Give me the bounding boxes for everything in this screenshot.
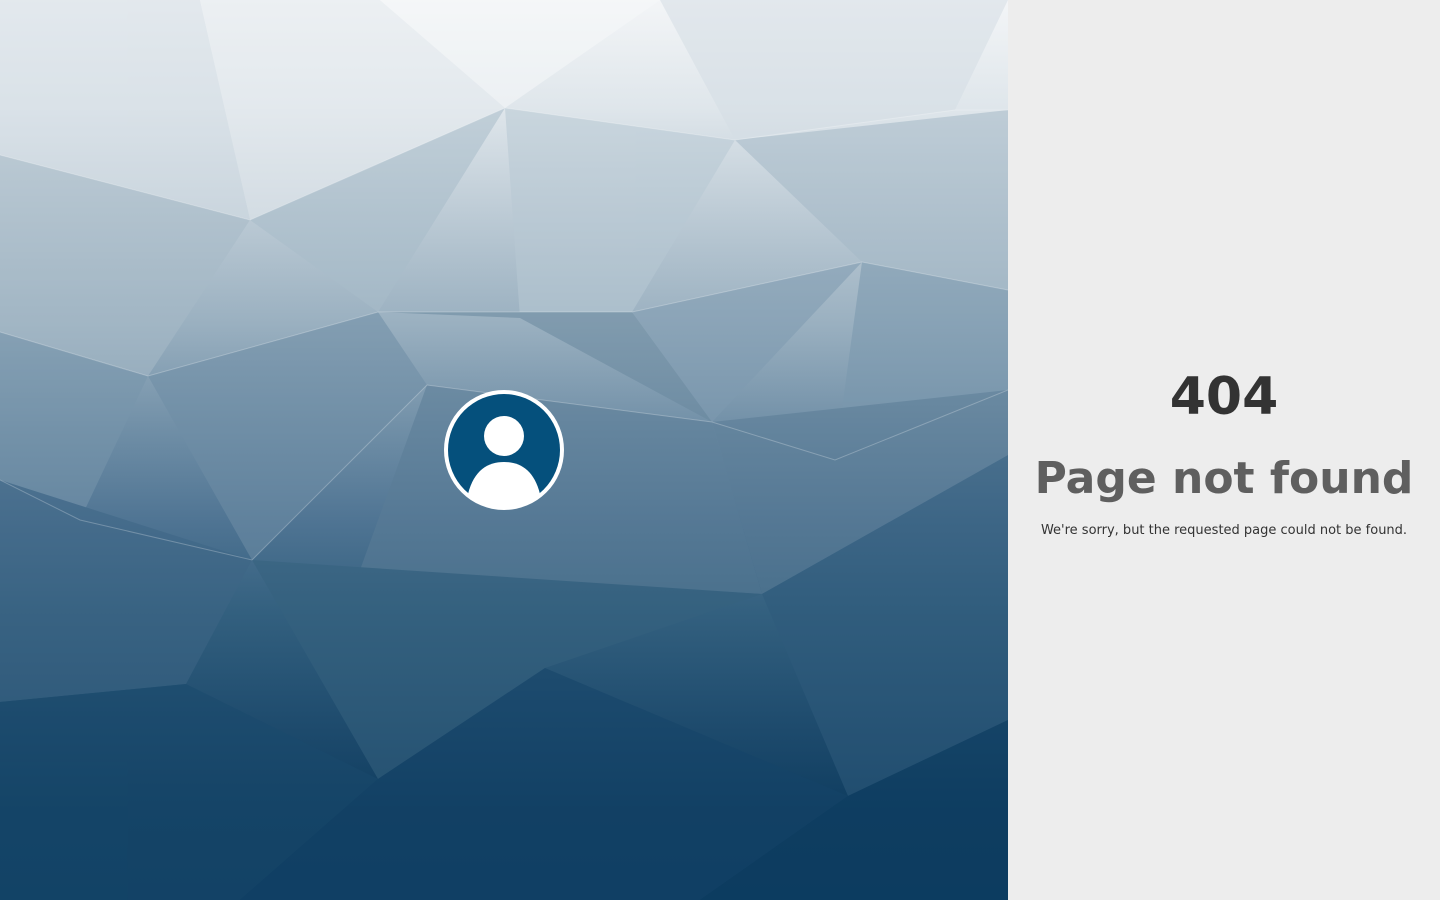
error-page: 404 Page not found We're sorry, but the … bbox=[0, 0, 1440, 900]
error-title: Page not found bbox=[1034, 452, 1414, 504]
error-code: 404 bbox=[1169, 366, 1279, 427]
background-panel bbox=[0, 0, 1008, 900]
avatar bbox=[444, 390, 564, 510]
error-description: We're sorry, but the requested page coul… bbox=[1040, 522, 1408, 538]
error-message-panel: 404 Page not found We're sorry, but the … bbox=[1008, 0, 1440, 900]
user-icon bbox=[448, 394, 560, 506]
